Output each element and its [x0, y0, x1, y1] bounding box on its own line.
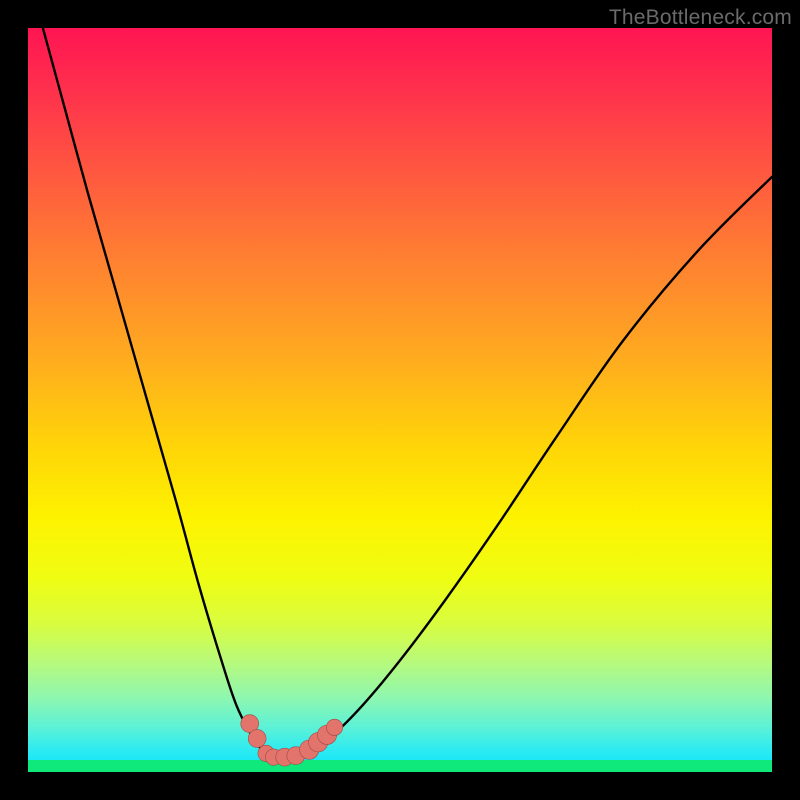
- valley-marker: [326, 719, 342, 735]
- series-left-branch: [43, 28, 281, 757]
- valley-marker: [248, 730, 266, 748]
- watermark-text: TheBottleneck.com: [609, 6, 792, 30]
- series-right-branch: [281, 177, 772, 757]
- valley-markers: [241, 715, 343, 766]
- chart-frame: TheBottleneck.com: [0, 0, 800, 800]
- plot-area: [28, 28, 772, 772]
- curve-layer: [28, 28, 772, 772]
